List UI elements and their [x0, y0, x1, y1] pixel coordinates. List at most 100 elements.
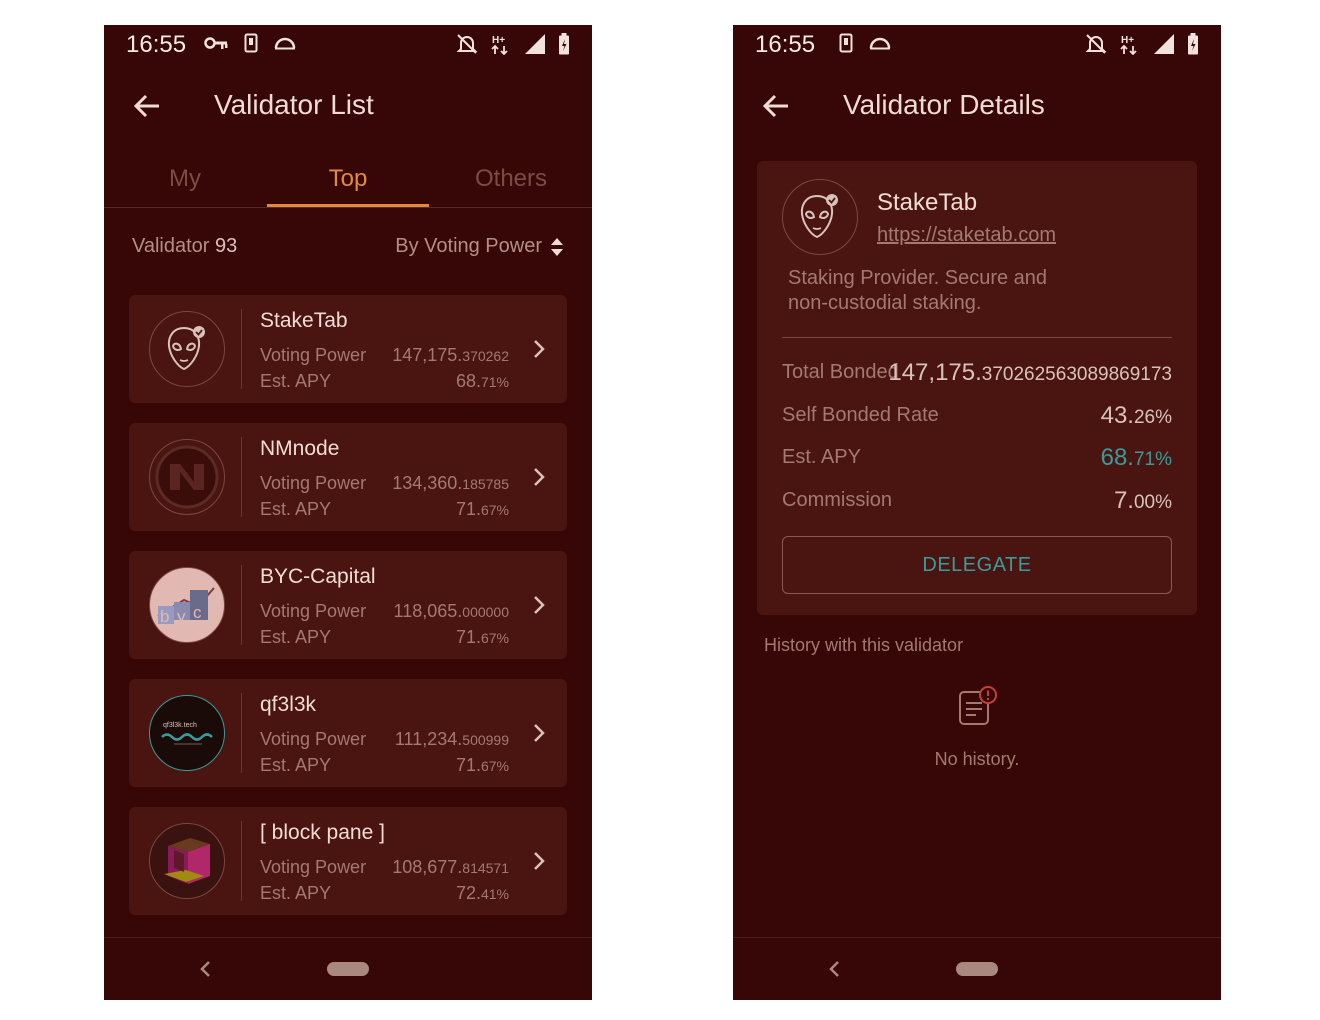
block-pane-logo-icon	[149, 823, 225, 899]
total-bonded-label: Total Bonded	[782, 361, 899, 383]
validator-count: 93	[215, 235, 238, 257]
tab-others[interactable]: Others	[430, 165, 592, 193]
validator-name: qf3l3k	[260, 693, 317, 716]
est-apy-label: Est. APY	[260, 755, 332, 775]
byc-logo-icon: byc	[149, 567, 225, 643]
nav-back-icon[interactable]	[199, 960, 211, 978]
nav-home-pill[interactable]	[956, 962, 998, 976]
est-apy-value: 68.71%	[1100, 444, 1172, 471]
system-nav-bar	[104, 937, 592, 1000]
self-bonded-rate-label: Self Bonded Rate	[782, 404, 939, 426]
app-bar: Validator Details	[733, 83, 1221, 129]
est-apy-label: Est. APY	[260, 883, 332, 903]
commission-row: Commission 7.00%	[782, 487, 1172, 519]
chevron-right-icon	[534, 340, 545, 358]
est-apy-label: Est. APY	[260, 499, 332, 519]
tab-top[interactable]: Top	[267, 165, 429, 193]
svg-text:qf3l3k.tech: qf3l3k.tech	[163, 722, 197, 729]
voting-power-label: Voting Power	[260, 601, 367, 621]
system-nav-bar	[733, 937, 1221, 1000]
validator-card-byc-capital[interactable]: byc BYC-Capital Voting Power Est. APY 11…	[129, 551, 567, 659]
hplus-data-icon: H+	[1120, 35, 1137, 55]
status-time: 16:55	[755, 31, 816, 58]
est-apy-value: 68.71%	[455, 371, 509, 391]
battery-icon	[1188, 33, 1198, 55]
validator-name: BYC-Capital	[260, 565, 376, 588]
validator-description: Staking Provider. Secure and non-custodi…	[788, 267, 1048, 314]
validator-list-screen: 16:55 H+ Validator List My Top Others Va…	[104, 25, 592, 1000]
total-bonded-row: Total Bonded 147,175.370262563089869173	[782, 359, 1172, 391]
est-apy-value: 72.41%	[455, 883, 509, 903]
validator-name: NMnode	[260, 437, 340, 460]
voting-power-value: 111,234.500999	[394, 729, 509, 749]
voting-power-value: 108,677.814571	[392, 857, 509, 877]
validator-card-nmnode[interactable]: NMnode Voting Power Est. APY 134,360.185…	[129, 423, 567, 531]
nav-back-icon[interactable]	[828, 960, 840, 978]
est-apy-label: Est. APY	[782, 446, 861, 468]
battery-icon	[559, 33, 569, 55]
status-bar: 16:55 H+	[104, 25, 592, 65]
sort-label: By Voting Power	[395, 235, 542, 257]
voting-power-label: Voting Power	[260, 729, 367, 749]
qf3l3k-logo-icon: qf3l3k.tech	[149, 695, 225, 771]
sim-icon	[839, 33, 853, 53]
status-bar: 16:55 H+	[733, 25, 1221, 65]
vpn-key-icon	[204, 37, 228, 49]
self-bonded-rate-value: 43.26%	[1100, 402, 1172, 429]
page-title: Validator Details	[843, 89, 1045, 120]
alien-icon	[782, 179, 858, 255]
signal-icon	[525, 34, 545, 54]
cast-icon	[869, 37, 891, 50]
chevron-right-icon	[534, 596, 545, 614]
no-history-icon	[959, 686, 997, 725]
tab-bar: My Top Others	[104, 157, 592, 208]
est-apy-value: 71.67%	[455, 499, 509, 519]
validator-card-staketab[interactable]: StakeTab Voting Power Est. APY 147,175.3…	[129, 295, 567, 403]
voting-power-label: Voting Power	[260, 473, 367, 493]
hplus-data-icon: H+	[491, 35, 508, 55]
validator-detail-card: StakeTab https://staketab.com Staking Pr…	[757, 161, 1197, 615]
self-bonded-rate-row: Self Bonded Rate 43.26%	[782, 402, 1172, 434]
validator-count-label: Validator	[132, 235, 210, 257]
alien-icon	[149, 311, 225, 387]
history-section-label: History with this validator	[764, 635, 964, 655]
svg-text:c: c	[193, 603, 202, 622]
nav-home-pill[interactable]	[327, 962, 369, 976]
validator-card-qf3l3k[interactable]: qf3l3k.tech qf3l3k Voting Power Est. APY…	[129, 679, 567, 787]
notifications-off-icon	[1085, 34, 1107, 54]
validator-name: StakeTab	[877, 189, 978, 216]
sim-icon	[244, 33, 258, 53]
voting-power-value: 147,175.370262	[392, 345, 509, 365]
est-apy-value: 71.67%	[455, 627, 509, 647]
svg-text:H+: H+	[492, 35, 505, 46]
voting-power-value: 118,065.000000	[393, 601, 509, 621]
validator-card-block-pane[interactable]: [ block pane ] Voting Power Est. APY 108…	[129, 807, 567, 915]
back-arrow-icon[interactable]	[761, 91, 791, 121]
tab-indicator	[267, 204, 429, 207]
total-bonded-value: 147,175.370262563089869173	[888, 359, 1172, 386]
validator-name: StakeTab	[260, 309, 348, 332]
chevron-right-icon	[534, 468, 545, 486]
commission-value: 7.00%	[1113, 487, 1172, 514]
est-apy-row: Est. APY 68.71%	[782, 444, 1172, 476]
delegate-button[interactable]: DELEGATE	[782, 536, 1172, 594]
est-apy-label: Est. APY	[260, 371, 332, 391]
list-header: Validator 93 By Voting Power	[132, 235, 564, 265]
tab-my[interactable]: My	[104, 165, 266, 193]
voting-power-value: 134,360.185785	[392, 473, 509, 493]
svg-text:H+: H+	[1121, 35, 1134, 46]
status-time: 16:55	[126, 31, 187, 58]
back-arrow-icon[interactable]	[132, 91, 162, 121]
no-history-text: No history.	[934, 749, 1020, 769]
notifications-off-icon	[456, 34, 478, 54]
validator-details-screen: 16:55 H+ Validator Details StakeTab http…	[733, 25, 1221, 1000]
validator-name: [ block pane ]	[260, 821, 385, 844]
page-title: Validator List	[214, 89, 374, 120]
validator-website-link[interactable]: https://staketab.com	[877, 224, 1056, 247]
est-apy-label: Est. APY	[260, 627, 332, 647]
sort-selector[interactable]: By Voting Power	[395, 235, 564, 258]
nm-logo-icon	[149, 439, 225, 515]
divider	[782, 337, 1172, 338]
voting-power-label: Voting Power	[260, 345, 367, 365]
app-bar: Validator List	[104, 83, 592, 129]
